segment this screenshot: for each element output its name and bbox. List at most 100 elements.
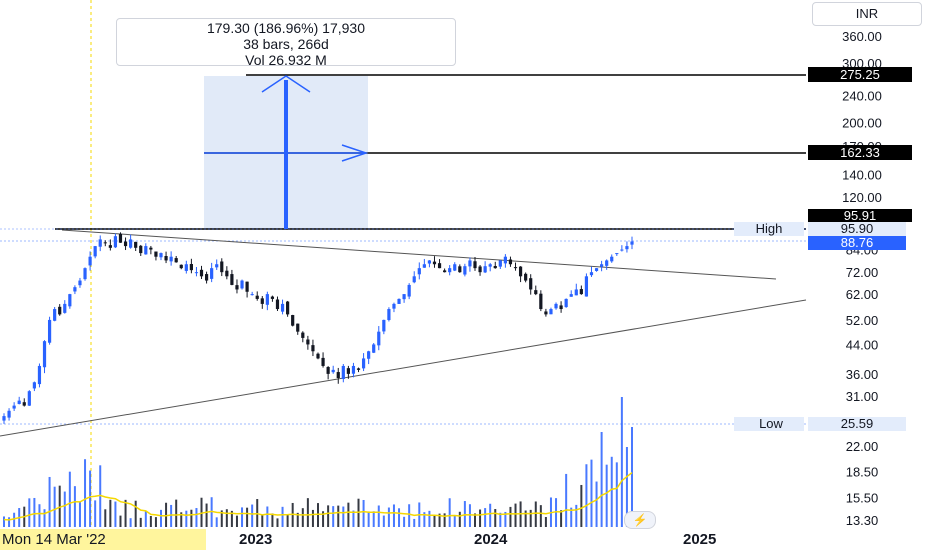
volume-bar (286, 514, 289, 527)
candle-body (331, 369, 335, 373)
candle-body (17, 400, 21, 404)
candle-body (179, 264, 183, 269)
candle-body (235, 285, 239, 290)
candle-body (32, 382, 36, 389)
candle-body (134, 241, 138, 248)
volume-bar (84, 459, 87, 527)
volume-bar (565, 473, 568, 527)
volume-bar (175, 499, 178, 527)
candle-body (154, 251, 158, 257)
candle-body (78, 280, 82, 286)
candle-body (159, 253, 163, 258)
candle-body (210, 268, 214, 279)
low-label-tag: Low 25.59 (734, 416, 906, 431)
candle-body (387, 309, 391, 321)
candle-body (255, 295, 259, 299)
candle-body (301, 332, 305, 338)
volume-bar (534, 501, 537, 527)
volume-bar (63, 491, 66, 527)
candle-body (427, 260, 432, 264)
candle-body (402, 294, 406, 300)
candle-body (47, 319, 52, 343)
candle-body (336, 372, 340, 379)
volume-bar (605, 464, 608, 527)
price-axis-tick: 200.00 (842, 115, 882, 130)
tradingview-logo-icon[interactable]: ⚡ (624, 511, 656, 529)
candle-body (443, 270, 447, 273)
volume-bar (94, 500, 97, 527)
high-label-tag: High 95.90 (734, 221, 906, 236)
volume-bar (301, 508, 304, 527)
candle-body (22, 402, 26, 406)
volume-bar (78, 501, 81, 527)
time-label-2024: 2024 (474, 531, 508, 548)
currency-selector[interactable]: INR (812, 2, 922, 26)
candle-body (63, 303, 67, 313)
volume-bar (403, 516, 406, 527)
candle-body (529, 278, 533, 290)
volume-bar (109, 499, 112, 527)
target-price-text: 275.25 (840, 67, 880, 82)
candle-body (630, 241, 634, 245)
volume-bar (38, 504, 41, 527)
volume-bar (281, 506, 284, 527)
time-label-2025: 2025 (683, 531, 717, 548)
volume-bar (205, 503, 208, 527)
candle-body (584, 276, 589, 297)
candle-body (164, 255, 168, 261)
candle-body (600, 264, 604, 267)
volume-bar (8, 517, 11, 527)
volume-bar (610, 456, 613, 527)
candle-body (432, 261, 437, 265)
volume-bar (119, 515, 122, 527)
volume-bar (600, 432, 603, 527)
price-axis[interactable]: 360.00300.00240.00200.00170.00140.00120.… (842, 29, 882, 528)
volume-bar (246, 507, 249, 527)
candle-body (250, 294, 254, 296)
volume-bars (3, 397, 633, 527)
candle-body (230, 274, 234, 285)
volume-bar (134, 500, 137, 527)
candle-body (260, 298, 264, 304)
volume-bar (620, 397, 623, 527)
volume-bar (124, 499, 127, 527)
candle-body (518, 266, 523, 277)
volume-bar (595, 481, 598, 527)
stop-price-text: 162.33 (840, 145, 880, 160)
price-axis-tick: 62.00 (846, 287, 879, 302)
volume-bar (448, 498, 451, 527)
volume-bar (241, 507, 244, 527)
volume-bar (225, 509, 228, 527)
volume-bar (387, 507, 390, 527)
candle-body (53, 309, 57, 321)
candle-body (270, 296, 275, 299)
price-axis-tick: 360.00 (842, 29, 882, 44)
price-axis-tick: 18.50 (846, 465, 879, 480)
volume-bar (529, 509, 532, 527)
candle-body (559, 305, 563, 310)
volume-bar (489, 503, 492, 527)
measure-volume-text: Vol 26.932 M (245, 52, 327, 68)
volume-bar (13, 512, 16, 527)
candle-body (417, 268, 421, 275)
volume-bar (443, 513, 446, 527)
volume-bar (585, 464, 588, 527)
price-axis-tick: 15.50 (846, 491, 879, 506)
volume-bar (144, 511, 147, 527)
candle-body (204, 274, 209, 281)
volume-bar (347, 502, 350, 527)
volume-bar (352, 510, 355, 527)
candle-body (2, 416, 6, 421)
volume-bar (433, 515, 436, 527)
candle-body (118, 233, 123, 243)
candle-body (316, 353, 320, 359)
volume-bar (392, 504, 395, 527)
ascending-trendline[interactable] (0, 299, 807, 437)
candlesticks (2, 232, 634, 424)
measure-bars-text: 38 bars, 266d (243, 36, 329, 52)
candle-body (215, 264, 219, 268)
candle-body (149, 247, 153, 250)
volume-bar (3, 516, 5, 527)
candle-body (468, 260, 472, 267)
price-chart[interactable]: 360.00300.00240.00200.00170.00140.00120.… (0, 0, 932, 550)
